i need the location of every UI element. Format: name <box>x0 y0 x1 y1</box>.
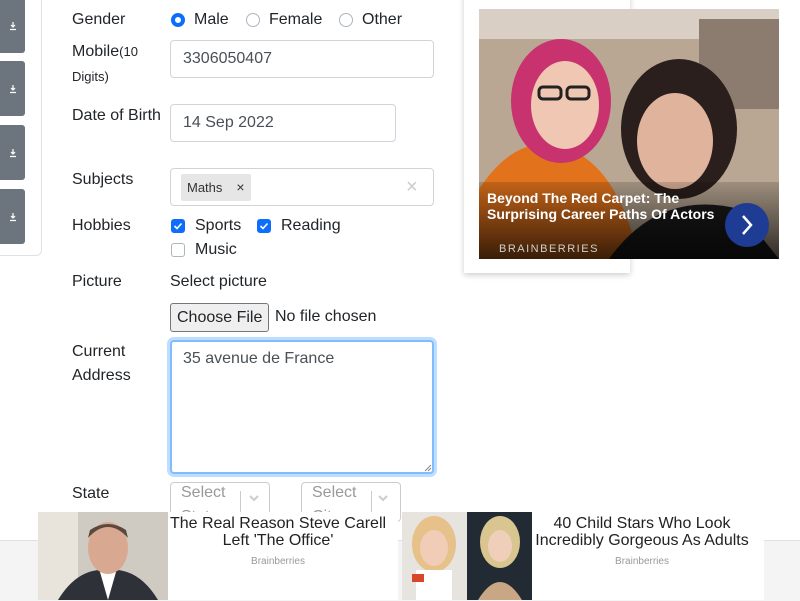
hobbies-label: Hobbies <box>72 217 131 234</box>
bottom-ad-card[interactable]: The Real Reason Steve Carell Left 'The O… <box>38 512 398 600</box>
radio-icon[interactable] <box>339 13 353 27</box>
select-picture-label: Select picture <box>170 273 267 290</box>
state-label: State <box>72 485 110 502</box>
hobby-checkbox-music[interactable]: Music <box>171 238 237 262</box>
mobile-hint: Digits) <box>72 69 109 84</box>
bottom-ad-source: Brainberries <box>615 556 669 567</box>
gender-radio-female[interactable]: Female <box>246 8 322 32</box>
mobile-label: Mobile(10 <box>72 40 138 64</box>
dob-label: Date of Birth <box>72 107 161 124</box>
chip-remove-icon[interactable]: × <box>230 179 250 195</box>
checkbox-icon[interactable] <box>171 243 185 257</box>
download-icon <box>9 212 16 221</box>
radio-icon[interactable] <box>246 13 260 27</box>
hobby-checkbox-reading[interactable]: Reading <box>257 214 341 238</box>
clear-icon[interactable]: × <box>406 176 418 198</box>
bottom-ad-image <box>402 512 532 600</box>
sidebar-download-button[interactable] <box>0 0 25 53</box>
gender-label: Gender <box>72 11 126 28</box>
hobby-label: Sports <box>195 217 242 234</box>
download-icon <box>9 148 16 157</box>
subject-chip: Maths × <box>181 173 251 201</box>
address-label: Current Address <box>72 343 131 384</box>
sidebar-download-button[interactable] <box>0 189 25 244</box>
checkbox-checked-icon[interactable] <box>171 219 185 233</box>
ad-title[interactable]: Beyond The Red Carpet: The Surprising Ca… <box>487 190 727 222</box>
mobile-input[interactable]: 3306050407 <box>170 40 434 78</box>
ad-card[interactable]: Beyond The Red Carpet: The Surprising Ca… <box>479 9 779 259</box>
gender-option-label: Male <box>194 11 229 28</box>
chevron-down-icon[interactable] <box>376 491 390 505</box>
radio-selected-icon[interactable] <box>171 13 185 27</box>
mobile-hint-a: (10 <box>119 44 138 59</box>
picture-label: Picture <box>72 273 122 290</box>
resize-handle-icon[interactable] <box>424 464 432 472</box>
chevron-down-icon[interactable] <box>247 491 261 505</box>
file-status: No file chosen <box>275 308 377 325</box>
hobby-label: Reading <box>281 217 341 234</box>
dob-input[interactable]: 14 Sep 2022 <box>170 104 396 142</box>
gender-option-label: Female <box>269 11 323 28</box>
bottom-ad-title[interactable]: The Real Reason Steve Carell Left 'The O… <box>168 515 388 549</box>
gender-option-label: Other <box>362 11 403 28</box>
subject-chip-label: Maths <box>187 179 223 195</box>
bottom-ad-title[interactable]: 40 Child Stars Who Look Incredibly Gorge… <box>532 515 752 549</box>
download-icon <box>9 21 16 30</box>
ad-next-button[interactable] <box>725 203 769 247</box>
chevron-right-icon <box>742 215 753 235</box>
subjects-input[interactable]: Maths × <box>170 168 434 206</box>
bottom-ad-source: Brainberries <box>251 556 305 567</box>
bottom-ad-card[interactable]: 40 Child Stars Who Look Incredibly Gorge… <box>402 512 764 600</box>
bottom-ad-image <box>38 512 168 600</box>
hobby-label: Music <box>195 241 237 258</box>
checkbox-checked-icon[interactable] <box>257 219 271 233</box>
check-icon <box>173 222 183 230</box>
gender-radio-other[interactable]: Other <box>339 8 402 32</box>
subjects-label: Subjects <box>72 171 134 188</box>
gender-radio-male[interactable]: Male <box>171 8 229 32</box>
check-icon <box>259 222 269 230</box>
hobby-checkbox-sports[interactable]: Sports <box>171 214 241 238</box>
download-icon <box>9 84 16 93</box>
address-textarea[interactable]: 35 avenue de France <box>170 340 434 474</box>
sidebar-download-button[interactable] <box>0 61 25 116</box>
sidebar-download-button[interactable] <box>0 125 25 180</box>
mobile-label-text: Mobile <box>72 43 120 60</box>
choose-file-button[interactable]: Choose File <box>170 303 270 332</box>
ad-brand: BRAINBERRIES <box>499 243 599 255</box>
